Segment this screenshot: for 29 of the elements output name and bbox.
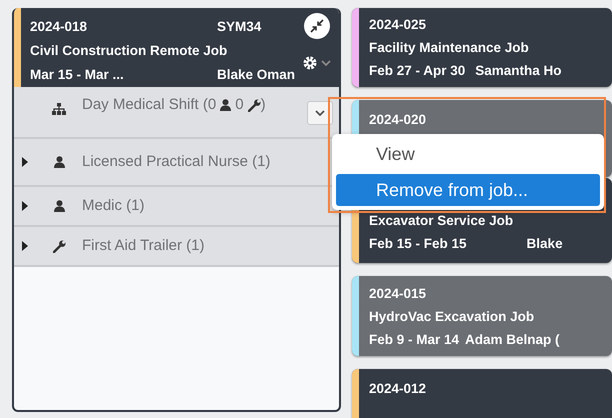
job-card[interactable]: 2024-012 bbox=[352, 369, 612, 418]
job-manager: Adam Belnap ( bbox=[465, 332, 560, 346]
job-dates: Feb 15 - Feb 15 bbox=[369, 236, 467, 251]
job-manager: Samantha Ho bbox=[475, 63, 562, 78]
menu-item[interactable]: View bbox=[336, 138, 600, 170]
job-number: 2024-015 bbox=[369, 286, 428, 300]
row-label: Day Medical Shift (0 bbox=[82, 96, 216, 114]
job-title: HydroVac Excavation Job bbox=[369, 308, 536, 324]
job-manager: Blake bbox=[526, 236, 563, 251]
row-label: Medic (1) bbox=[82, 197, 145, 215]
closing-parenthesis: ) bbox=[260, 96, 266, 114]
job-dates: Feb 9 - Mar 14 bbox=[369, 332, 460, 346]
job-dates: Mar 15 - Mar ... bbox=[30, 66, 125, 82]
job-number: 2024-012 bbox=[369, 381, 426, 396]
job-dates: Feb 27 - Apr 30 bbox=[369, 63, 466, 78]
job-title: Civil Construction Remote Job bbox=[30, 42, 228, 58]
menu-item[interactable]: Remove from job... bbox=[336, 174, 600, 206]
job-number: 2024-018 bbox=[30, 18, 88, 34]
job-code: SYM34 bbox=[216, 18, 262, 34]
row-label: First Aid Trailer (1) bbox=[82, 237, 205, 255]
job-number: 2024-020 bbox=[369, 112, 426, 127]
job-card[interactable]: 2024-025 Facility Maintenance Job Feb 27 - Apr 30 Samantha Ho bbox=[352, 8, 612, 87]
person-count: 0 bbox=[235, 96, 244, 114]
job-title: Facility Maintenance Job bbox=[369, 40, 530, 55]
job-number: 2024-025 bbox=[369, 17, 428, 32]
job-manager: Blake Oman bbox=[216, 66, 295, 82]
job-title: Excavator Service Job bbox=[369, 213, 514, 228]
row-label: Licensed Practical Nurse (1) bbox=[82, 153, 270, 171]
job-card[interactable]: 2024-015 HydroVac Excavation Job Feb 9 - Mar 14 Adam Belnap ( bbox=[352, 276, 612, 356]
